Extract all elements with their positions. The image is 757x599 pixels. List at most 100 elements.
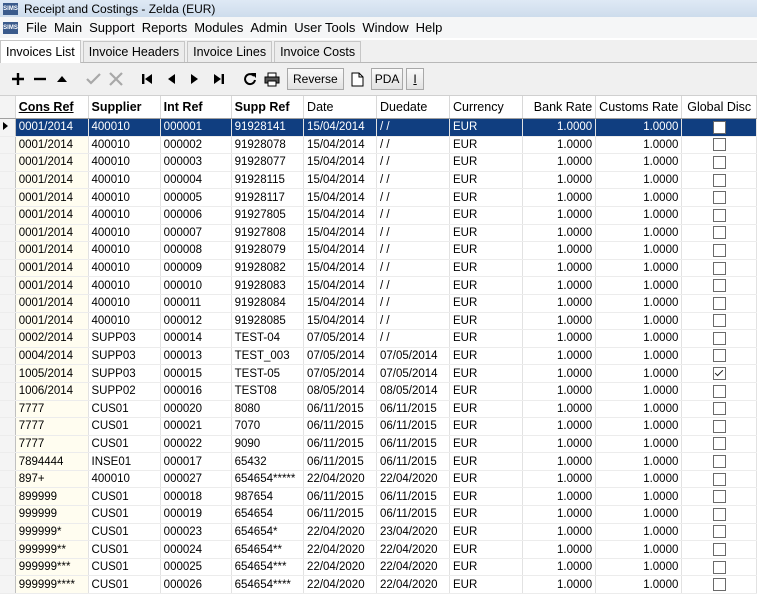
cell-customs-rate[interactable]: 1.0000 bbox=[595, 452, 683, 471]
cell-cons-ref[interactable]: 1005/2014 bbox=[15, 364, 89, 383]
column-header-supp-ref[interactable]: Supp Ref bbox=[231, 96, 305, 119]
cell-supplier[interactable]: CUS01 bbox=[88, 400, 161, 419]
print-button[interactable] bbox=[261, 67, 283, 91]
global-disc-checkbox[interactable] bbox=[712, 226, 726, 240]
global-disc-checkbox[interactable] bbox=[712, 331, 726, 345]
cell-supplier[interactable]: 400010 bbox=[88, 312, 161, 331]
table-row[interactable]: 0001/2014 400010 000008 91928079 15/04/2014/… bbox=[0, 241, 757, 260]
cell-bank-rate[interactable]: 1.0000 bbox=[522, 153, 597, 172]
cell-supp-ref[interactable]: 654654***** bbox=[231, 470, 305, 489]
cell-duedate[interactable]: 06/11/2015 bbox=[376, 417, 450, 436]
cell-customs-rate[interactable]: 1.0000 bbox=[595, 136, 683, 155]
global-disc-checkbox[interactable] bbox=[712, 191, 726, 205]
reverse-button[interactable]: Reverse bbox=[287, 68, 344, 90]
cell-date[interactable]: 15/04/2014 bbox=[303, 118, 378, 137]
cell-duedate[interactable]: / / bbox=[376, 188, 450, 207]
table-row[interactable]: 7777 CUS01 000022 9090 06/11/2015 06/11/2015 E… bbox=[0, 435, 757, 454]
post-edit-button[interactable] bbox=[83, 67, 105, 91]
table-row[interactable]: 0002/2014 SUPP03 000014 TEST-04 07/05/2014/ … bbox=[0, 329, 757, 348]
cell-customs-rate[interactable]: 1.0000 bbox=[595, 540, 683, 559]
column-header-duedate[interactable]: Duedate bbox=[376, 96, 450, 119]
cell-currency[interactable]: EUR bbox=[449, 241, 524, 260]
cell-int-ref[interactable]: 000011 bbox=[160, 294, 232, 313]
cell-currency[interactable]: EUR bbox=[449, 470, 524, 489]
table-row[interactable]: 1006/2014 SUPP02 000016 TEST08 08/05/2014 08/… bbox=[0, 382, 757, 401]
cell-int-ref[interactable]: 000024 bbox=[160, 540, 232, 559]
cell-bank-rate[interactable]: 1.0000 bbox=[522, 417, 597, 436]
cell-int-ref[interactable]: 000014 bbox=[160, 329, 232, 348]
cell-duedate[interactable]: / / bbox=[376, 329, 450, 348]
cell-supplier[interactable]: SUPP02 bbox=[88, 382, 161, 401]
column-header-supplier[interactable]: Supplier bbox=[88, 96, 161, 119]
cell-date[interactable]: 15/04/2014 bbox=[303, 259, 378, 278]
cell-supp-ref[interactable]: TEST-05 bbox=[231, 364, 305, 383]
add-record-button[interactable] bbox=[7, 67, 29, 91]
cell-cons-ref[interactable]: 7777 bbox=[15, 400, 89, 419]
table-row[interactable]: 0001/2014 400010 000012 91928085 15/04/2014/… bbox=[0, 312, 757, 331]
global-disc-checkbox[interactable] bbox=[712, 507, 726, 521]
row-indicator[interactable] bbox=[0, 188, 16, 207]
table-row[interactable]: 899999 CUS01 000018 987654 06/11/2015 06/11/2… bbox=[0, 487, 757, 507]
global-disc-checkbox[interactable] bbox=[712, 314, 726, 328]
cell-currency[interactable]: EUR bbox=[449, 329, 524, 348]
row-indicator[interactable] bbox=[0, 400, 16, 419]
cell-cons-ref[interactable]: 0002/2014 bbox=[15, 329, 89, 348]
cell-date[interactable]: 15/04/2014 bbox=[303, 153, 378, 172]
global-disc-checkbox[interactable] bbox=[712, 490, 726, 504]
cell-int-ref[interactable]: 000001 bbox=[160, 118, 232, 137]
cell-currency[interactable]: EUR bbox=[449, 312, 524, 331]
cell-currency[interactable]: EUR bbox=[449, 505, 524, 524]
cell-int-ref[interactable]: 000015 bbox=[160, 364, 232, 383]
cell-date[interactable]: 15/04/2014 bbox=[303, 136, 378, 155]
cell-supp-ref[interactable]: TEST_003 bbox=[231, 347, 305, 366]
cell-int-ref[interactable]: 000012 bbox=[160, 312, 232, 331]
global-disc-checkbox[interactable] bbox=[712, 472, 726, 486]
cell-cons-ref[interactable]: 7777 bbox=[15, 417, 89, 436]
global-disc-checkbox[interactable] bbox=[712, 419, 726, 433]
menu-app-icon[interactable]: SIMS bbox=[3, 21, 18, 34]
global-disc-checkbox[interactable] bbox=[712, 455, 726, 469]
cell-duedate[interactable]: 06/11/2015 bbox=[376, 400, 450, 419]
cell-supp-ref[interactable]: 91928079 bbox=[231, 241, 305, 260]
row-indicator[interactable] bbox=[0, 470, 16, 489]
menu-file[interactable]: File bbox=[26, 20, 54, 35]
next-record-button[interactable] bbox=[183, 67, 207, 91]
cell-duedate[interactable]: / / bbox=[376, 171, 450, 190]
row-indicator[interactable] bbox=[0, 276, 16, 295]
cell-int-ref[interactable]: 000006 bbox=[160, 206, 232, 225]
row-indicator[interactable] bbox=[0, 259, 16, 278]
cell-duedate[interactable]: / / bbox=[376, 153, 450, 172]
cell-date[interactable]: 22/04/2020 bbox=[303, 523, 378, 542]
table-row[interactable]: 0001/2014 400010 000001 91928141 15/04/2014/… bbox=[0, 118, 757, 137]
cell-cons-ref[interactable]: 999999** bbox=[15, 540, 89, 559]
row-indicator[interactable] bbox=[0, 153, 16, 172]
row-indicator[interactable] bbox=[0, 435, 16, 454]
cell-supp-ref[interactable]: 91928083 bbox=[231, 276, 305, 295]
cell-int-ref[interactable]: 000027 bbox=[160, 470, 232, 489]
cancel-edit-button[interactable] bbox=[105, 67, 127, 91]
cell-supplier[interactable]: CUS01 bbox=[88, 575, 161, 595]
cell-supp-ref[interactable]: 7070 bbox=[231, 417, 305, 436]
info-button[interactable]: I bbox=[406, 68, 424, 90]
cell-supp-ref[interactable]: 91927805 bbox=[231, 206, 305, 225]
cell-cons-ref[interactable]: 7777 bbox=[15, 435, 89, 454]
cell-supplier[interactable]: 400010 bbox=[88, 276, 161, 295]
row-indicator[interactable] bbox=[0, 312, 16, 331]
cell-date[interactable]: 22/04/2020 bbox=[303, 540, 378, 559]
table-row[interactable]: 897+ 400010 000027 654654***** 22/04/2020 22/… bbox=[0, 470, 757, 489]
cell-currency[interactable]: EUR bbox=[449, 417, 524, 436]
table-row[interactable]: 1005/2014 SUPP03 000015 TEST-05 07/05/2014 07… bbox=[0, 364, 757, 383]
cell-int-ref[interactable]: 000005 bbox=[160, 188, 232, 207]
cell-cons-ref[interactable]: 999999*** bbox=[15, 558, 89, 577]
row-indicator[interactable] bbox=[0, 118, 16, 137]
cell-customs-rate[interactable]: 1.0000 bbox=[595, 276, 683, 295]
table-row[interactable]: 0001/2014 400010 000010 91928083 15/04/2014/… bbox=[0, 276, 757, 295]
cell-supplier[interactable]: CUS01 bbox=[88, 417, 161, 436]
cell-cons-ref[interactable]: 999999* bbox=[15, 523, 89, 542]
cell-bank-rate[interactable]: 1.0000 bbox=[522, 575, 597, 595]
cell-duedate[interactable]: 07/05/2014 bbox=[376, 347, 450, 366]
menu-reports[interactable]: Reports bbox=[142, 20, 195, 35]
cell-duedate[interactable]: / / bbox=[376, 294, 450, 313]
global-disc-checkbox[interactable] bbox=[712, 367, 726, 381]
cell-currency[interactable]: EUR bbox=[449, 558, 524, 577]
